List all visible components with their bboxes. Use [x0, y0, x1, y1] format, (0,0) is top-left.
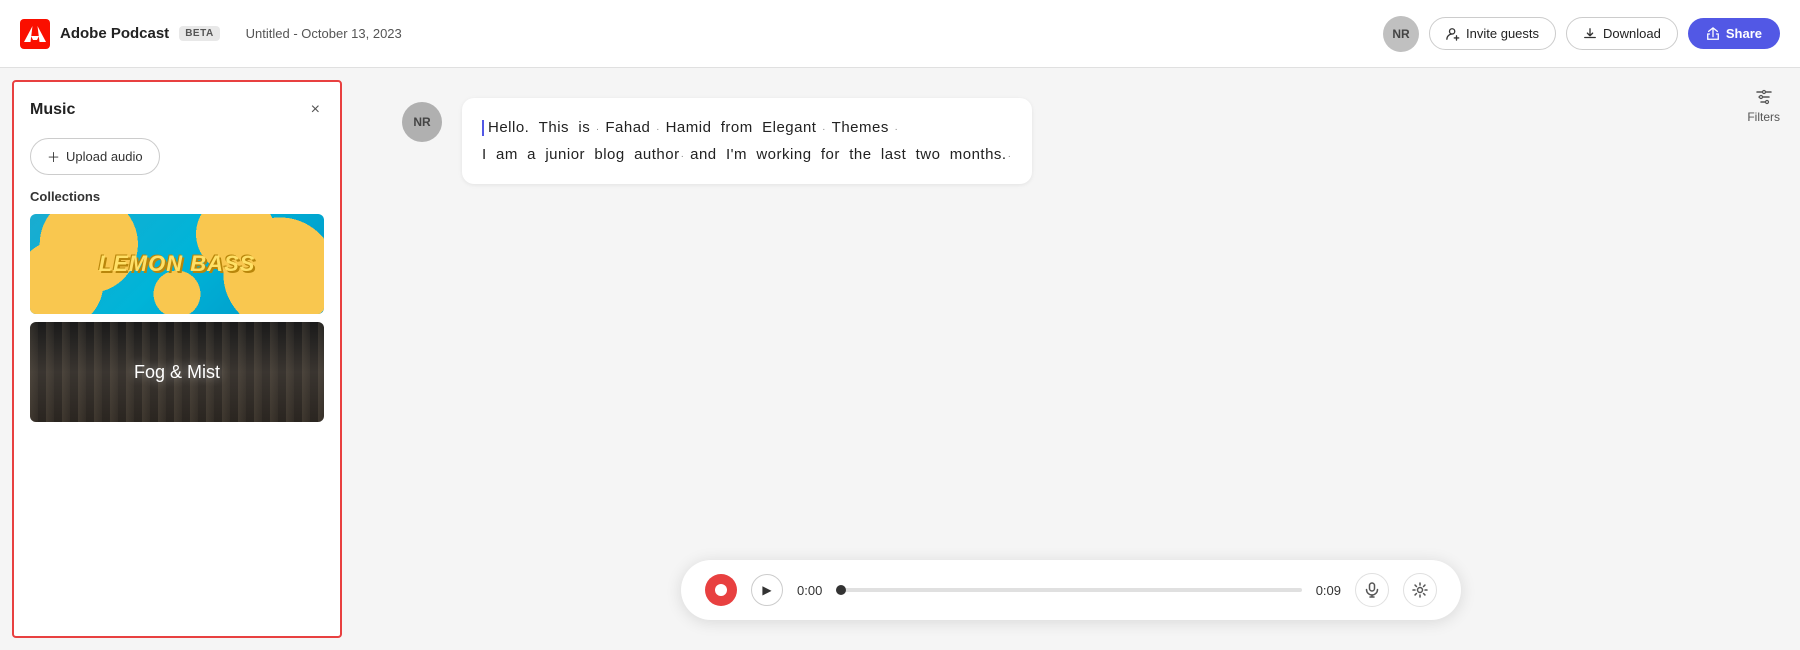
microphone-icon [1364, 582, 1380, 598]
upload-audio-button[interactable]: ＋ Upload audio [30, 138, 160, 175]
progress-fill [836, 585, 846, 595]
record-button[interactable] [705, 574, 737, 606]
share-label: Share [1726, 26, 1762, 41]
time-end: 0:09 [1316, 583, 1341, 598]
download-button[interactable]: Download [1566, 17, 1678, 50]
player-bar: ▶ 0:00 0:09 [681, 560, 1461, 620]
download-label: Download [1603, 26, 1661, 41]
transcript-line-1: Hello. This is · Fahad · Hamid from Eleg… [482, 114, 1012, 141]
download-icon [1583, 27, 1597, 41]
document-title: Untitled - October 13, 2023 [246, 26, 402, 41]
transcript-bubble: Hello. This is · Fahad · Hamid from Eleg… [462, 98, 1032, 184]
panel-title: Music [30, 101, 75, 119]
collections-label: Collections [30, 189, 324, 204]
close-panel-button[interactable]: × [307, 98, 324, 122]
content-area: NR Hello. This is · Fahad · Hamid from E… [342, 68, 1800, 650]
microphone-button[interactable] [1355, 573, 1389, 607]
adobe-logo-icon [20, 19, 50, 49]
header-right: NR Invite guests Download Share [1383, 16, 1780, 52]
filters-button[interactable]: Filters [1747, 88, 1780, 124]
header-left: Adobe Podcast BETA Untitled - October 13… [20, 19, 402, 49]
progress-track[interactable] [836, 588, 1301, 592]
speaker-row: NR Hello. This is · Fahad · Hamid from E… [402, 98, 1740, 184]
record-dot-icon [715, 584, 727, 596]
app-name-label: Adobe Podcast [60, 25, 169, 42]
upload-audio-label: Upload audio [66, 149, 143, 164]
filters-label: Filters [1747, 110, 1780, 124]
lemon-bass-background: LEMON BASS [30, 214, 324, 314]
filters-icon [1755, 88, 1773, 106]
panel-header: Music × [14, 82, 340, 130]
music-panel: Music × ＋ Upload audio Collections LEMON… [12, 80, 342, 638]
lemon-bass-title: LEMON BASS [99, 251, 256, 277]
play-icon: ▶ [762, 583, 771, 597]
panel-body: ＋ Upload audio Collections LEMON BASS Fo… [14, 130, 340, 636]
settings-button[interactable] [1403, 573, 1437, 607]
gear-icon [1412, 582, 1428, 598]
plus-icon: ＋ [47, 147, 60, 166]
collection-card-lemon-bass[interactable]: LEMON BASS [30, 214, 324, 314]
text-cursor [482, 120, 484, 136]
play-button[interactable]: ▶ [751, 574, 783, 606]
invite-guests-label: Invite guests [1466, 26, 1539, 41]
speaker-avatar: NR [402, 102, 442, 142]
transcript-line-2: I am a junior blog author· and I'm worki… [482, 141, 1012, 168]
fog-mist-background: Fog & Mist [30, 322, 324, 422]
transcript-area: NR Hello. This is · Fahad · Hamid from E… [402, 88, 1740, 560]
beta-badge: BETA [179, 26, 219, 41]
fog-mist-title: Fog & Mist [134, 362, 220, 383]
time-start: 0:00 [797, 583, 822, 598]
invite-guests-button[interactable]: Invite guests [1429, 17, 1556, 50]
main-area: Music × ＋ Upload audio Collections LEMON… [0, 68, 1800, 650]
person-add-icon [1446, 27, 1460, 41]
avatar: NR [1383, 16, 1419, 52]
app-header: Adobe Podcast BETA Untitled - October 13… [0, 0, 1800, 68]
collection-card-fog-mist[interactable]: Fog & Mist [30, 322, 324, 422]
share-icon [1706, 27, 1720, 41]
share-button[interactable]: Share [1688, 18, 1780, 49]
